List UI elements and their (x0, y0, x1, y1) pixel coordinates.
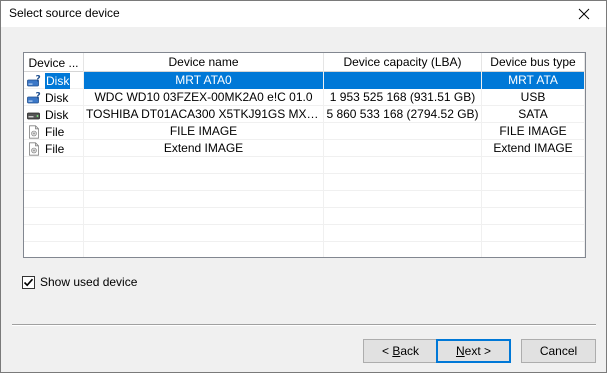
device-type-label: Disk (45, 107, 69, 122)
device-bus-type-cell: USB (482, 89, 585, 106)
device-type-cell: ? Disk (24, 72, 84, 89)
device-capacity-cell (324, 72, 482, 89)
select-source-device-dialog: Select source device Device ... Device n… (0, 0, 607, 373)
device-type-cell: ? Disk (24, 89, 84, 106)
next-button-accelerator: N (455, 344, 465, 358)
device-bus-type-cell: SATA (482, 106, 585, 123)
next-button[interactable]: Next > (436, 339, 511, 363)
device-bus-type-cell: FILE IMAGE (482, 123, 585, 140)
device-capacity-cell (324, 123, 482, 140)
column-header-device-name[interactable]: Device name (84, 53, 324, 72)
column-header-device-bus-type[interactable]: Device bus type (482, 53, 585, 72)
empty-row (24, 242, 585, 257)
empty-row (24, 157, 585, 174)
empty-row (24, 191, 585, 208)
device-name-cell: MRT ATA0 (84, 72, 324, 89)
show-used-device-option[interactable]: Show used device (22, 275, 137, 289)
back-button-prefix: < (381, 344, 393, 358)
device-bus-type-cell: Extend IMAGE (482, 140, 585, 157)
device-name-cell: Extend IMAGE (84, 140, 324, 157)
svg-text:?: ? (36, 74, 41, 84)
file-image-icon (27, 141, 41, 156)
device-type-label: File (45, 124, 65, 139)
divider (12, 324, 596, 326)
list-header: Device ... Device name Device capacity (… (24, 53, 585, 72)
back-button[interactable]: < Back (363, 339, 438, 363)
device-type-label: File (45, 141, 65, 156)
svg-text:?: ? (36, 91, 41, 101)
close-button[interactable] (562, 1, 606, 27)
checkmark-icon (23, 278, 34, 286)
device-capacity-cell (324, 140, 482, 157)
column-header-device-capacity[interactable]: Device capacity (LBA) (324, 53, 482, 72)
device-type-cell: File (24, 123, 84, 140)
table-row[interactable]: Disk TOSHIBA DT01ACA300 X5TKJ91GS MX6OA..… (24, 106, 585, 123)
device-type-cell: File (24, 140, 84, 157)
table-row[interactable]: File Extend IMAGE Extend IMAGE (24, 140, 585, 157)
file-image-icon (27, 124, 41, 139)
column-header-device-type[interactable]: Device ... (24, 53, 84, 72)
window-title: Select source device (9, 6, 120, 20)
device-type-label: Disk (45, 72, 71, 89)
device-bus-type-cell: MRT ATA (482, 72, 585, 89)
cancel-button[interactable]: Cancel (521, 339, 596, 363)
close-icon (578, 8, 590, 20)
empty-row (24, 174, 585, 191)
table-row[interactable]: ? Disk WDC WD10 03FZEX-00MK2A0 e!C 01.0 1 9… (24, 89, 585, 106)
disk-icon (27, 108, 41, 122)
back-button-accelerator: B (392, 344, 401, 358)
empty-row (24, 225, 585, 242)
device-name-cell: FILE IMAGE (84, 123, 324, 140)
disk-question-icon: ? (27, 74, 41, 88)
show-used-device-label: Show used device (40, 275, 138, 289)
device-type-label: Disk (45, 90, 69, 105)
device-list[interactable]: Device ... Device name Device capacity (… (23, 52, 586, 258)
device-capacity-cell: 5 860 533 168 (2794.52 GB) (324, 106, 482, 123)
device-type-cell: Disk (24, 106, 84, 123)
device-name-cell: WDC WD10 03FZEX-00MK2A0 e!C 01.0 (84, 89, 324, 106)
empty-row (24, 208, 585, 225)
device-name-cell: TOSHIBA DT01ACA300 X5TKJ91GS MX6OA... (86, 106, 324, 123)
device-capacity-cell: 1 953 525 168 (931.51 GB) (324, 89, 482, 106)
back-button-label: ack (400, 344, 420, 358)
table-row[interactable]: ? Disk MRT ATA0 MRT ATA (24, 72, 585, 89)
title-bar: Select source device (1, 1, 606, 27)
disk-question-icon: ? (27, 91, 41, 105)
show-used-device-checkbox[interactable] (22, 275, 35, 289)
next-button-label: ext > (464, 344, 492, 358)
table-row[interactable]: File FILE IMAGE FILE IMAGE (24, 123, 585, 140)
list-rows: ? Disk MRT ATA0 MRT ATA? Disk WDC WD10 03FZEX… (24, 72, 585, 257)
